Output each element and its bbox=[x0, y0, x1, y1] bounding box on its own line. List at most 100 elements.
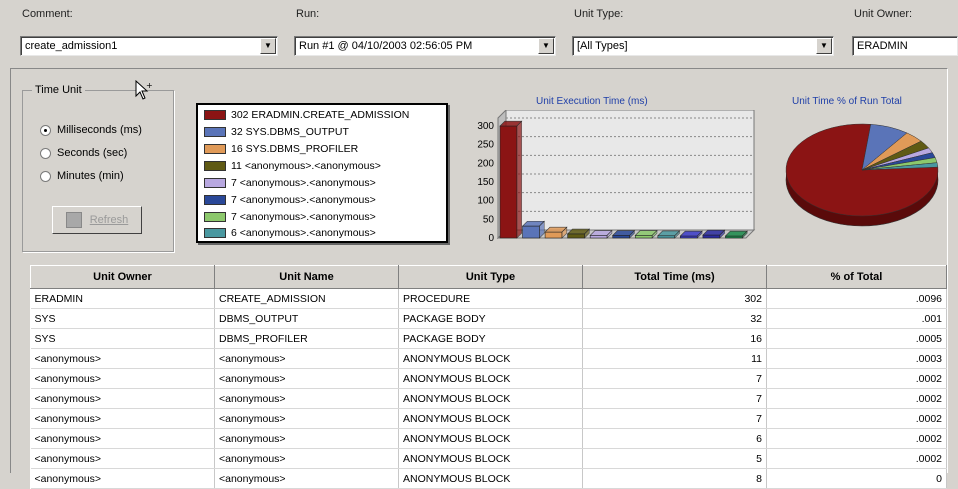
legend-swatch bbox=[204, 228, 226, 238]
radio-minutes-label: Minutes (min) bbox=[57, 170, 124, 182]
table-cell: <anonymous> bbox=[30, 368, 215, 389]
radio-seconds-label: Seconds (sec) bbox=[57, 147, 128, 159]
table-cell: <anonymous> bbox=[30, 428, 215, 449]
table-cell: ERADMIN bbox=[30, 288, 215, 309]
unit-type-combobox[interactable]: [All Types] ▼ bbox=[572, 36, 834, 56]
unit-owner-combobox[interactable]: ERADMIN bbox=[852, 36, 958, 56]
comment-value: create_admission1 bbox=[25, 40, 118, 52]
legend-label: 32 SYS.DBMS_OUTPUT bbox=[231, 126, 349, 138]
legend-label: 7 <anonymous>.<anonymous> bbox=[231, 211, 376, 223]
table-cell: 8 bbox=[582, 468, 767, 489]
run-value: Run #1 @ 04/10/2003 02:56:05 PM bbox=[299, 40, 473, 52]
column-header-unit-owner[interactable]: Unit Owner bbox=[30, 265, 215, 289]
radio-milliseconds[interactable]: Milliseconds (ms) bbox=[40, 124, 142, 136]
unit-type-value: [All Types] bbox=[577, 40, 628, 52]
column-header-unit-type[interactable]: Unit Type bbox=[398, 265, 583, 289]
column-header-unit-name[interactable]: Unit Name bbox=[214, 265, 399, 289]
y-tick-label: 250 bbox=[477, 140, 494, 151]
table-cell: 6 bbox=[582, 428, 767, 449]
run-label: Run: bbox=[296, 8, 320, 20]
table-cell: PROCEDURE bbox=[398, 288, 583, 309]
bar-chart: 300 250 200 150 100 50 0 bbox=[477, 110, 756, 244]
unit-results-table[interactable]: Unit Owner Unit Name Unit Type Total Tim… bbox=[30, 265, 947, 489]
legend-label: 6 <anonymous>.<anonymous> bbox=[231, 227, 376, 239]
table-cell: <anonymous> bbox=[214, 428, 399, 449]
table-row[interactable]: SYS DBMS_PROFILER PACKAGE BODY 16.0005 bbox=[30, 328, 947, 349]
legend-item: 32 SYS.DBMS_OUTPUT bbox=[204, 126, 349, 138]
table-cell: .0002 bbox=[766, 448, 947, 469]
radio-selected-icon[interactable] bbox=[40, 124, 51, 136]
chevron-down-icon[interactable]: ▼ bbox=[260, 38, 276, 54]
legend-item: 16 SYS.DBMS_PROFILER bbox=[204, 143, 358, 155]
table-cell: 0 bbox=[766, 468, 947, 489]
comment-combobox[interactable]: create_admission1 ▼ bbox=[20, 36, 278, 56]
legend-label: 11 <anonymous>.<anonymous> bbox=[231, 160, 381, 172]
table-row[interactable]: <anonymous> <anonymous> ANONYMOUS BLOCK 11.… bbox=[30, 348, 947, 369]
table-cell: <anonymous> bbox=[214, 388, 399, 409]
table-cell: .0002 bbox=[766, 388, 947, 409]
table-cell: SYS bbox=[30, 308, 215, 329]
legend-swatch bbox=[204, 212, 226, 222]
table-row[interactable]: <anonymous> <anonymous> ANONYMOUS BLOCK 7.0… bbox=[30, 368, 947, 389]
table-cell: 5 bbox=[582, 448, 767, 469]
plot-back-wall bbox=[505, 110, 755, 231]
table-cell: <anonymous> bbox=[30, 348, 215, 369]
table-cell: SYS bbox=[30, 328, 215, 349]
table-cell: .0002 bbox=[766, 408, 947, 429]
unit-type-label: Unit Type: bbox=[574, 8, 624, 20]
table-cell: DBMS_PROFILER bbox=[214, 328, 399, 349]
unit-owner-value: ERADMIN bbox=[857, 40, 908, 52]
table-cell: DBMS_OUTPUT bbox=[214, 308, 399, 329]
table-cell: <anonymous> bbox=[30, 408, 215, 429]
table-row[interactable]: <anonymous> <anonymous> ANONYMOUS BLOCK 7.0… bbox=[30, 408, 947, 429]
table-cell: ANONYMOUS BLOCK bbox=[398, 388, 583, 409]
legend-item: 7 <anonymous>.<anonymous> bbox=[204, 211, 376, 223]
table-row[interactable]: <anonymous> <anonymous> ANONYMOUS BLOCK 5.0… bbox=[30, 448, 947, 469]
table-row[interactable]: SYS DBMS_OUTPUT PACKAGE BODY 32.001 bbox=[30, 308, 947, 329]
y-tick-label: 100 bbox=[477, 196, 494, 207]
cursor-icon: + bbox=[135, 80, 153, 100]
legend-swatch bbox=[204, 144, 226, 154]
legend-item: 7 <anonymous>.<anonymous> bbox=[204, 177, 376, 189]
pie-chart bbox=[785, 123, 939, 227]
pie-chart-title: Unit Time % of Run Total bbox=[792, 96, 902, 107]
column-header-total-time[interactable]: Total Time (ms) bbox=[582, 265, 767, 289]
table-cell: ANONYMOUS BLOCK bbox=[398, 348, 583, 369]
table-cell: <anonymous> bbox=[214, 408, 399, 429]
table-row[interactable]: <anonymous> <anonymous> ANONYMOUS BLOCK 6.0… bbox=[30, 428, 947, 449]
table-cell: PACKAGE BODY bbox=[398, 308, 583, 329]
table-row[interactable]: <anonymous> <anonymous> ANONYMOUS BLOCK 8 0 bbox=[30, 468, 947, 489]
legend-swatch bbox=[204, 178, 226, 188]
legend-item: 7 <anonymous>.<anonymous> bbox=[204, 194, 376, 206]
table-cell: <anonymous> bbox=[214, 348, 399, 369]
radio-seconds[interactable]: Seconds (sec) bbox=[40, 147, 127, 159]
bar bbox=[521, 220, 545, 239]
table-cell: ANONYMOUS BLOCK bbox=[398, 408, 583, 429]
bar bbox=[499, 120, 523, 239]
table-row[interactable]: <anonymous> <anonymous> ANONYMOUS BLOCK 7.0… bbox=[30, 388, 947, 409]
refresh-button[interactable]: Refresh bbox=[52, 206, 142, 234]
table-cell: <anonymous> bbox=[30, 388, 215, 409]
chevron-down-icon[interactable]: ▼ bbox=[538, 38, 554, 54]
legend-swatch bbox=[204, 127, 226, 137]
time-unit-title: Time Unit bbox=[32, 84, 85, 96]
legend-item: 302 ERADMIN.CREATE_ADMISSION bbox=[204, 109, 409, 121]
radio-icon[interactable] bbox=[40, 170, 51, 182]
run-combobox[interactable]: Run #1 @ 04/10/2003 02:56:05 PM ▼ bbox=[294, 36, 556, 56]
legend-label: 7 <anonymous>.<anonymous> bbox=[231, 194, 376, 206]
chevron-down-icon[interactable]: ▼ bbox=[816, 38, 832, 54]
table-cell: ANONYMOUS BLOCK bbox=[398, 368, 583, 389]
radio-icon[interactable] bbox=[40, 147, 51, 159]
legend-label: 302 ERADMIN.CREATE_ADMISSION bbox=[231, 109, 410, 121]
table-cell: ANONYMOUS BLOCK bbox=[398, 468, 583, 489]
table-row[interactable]: ERADMIN CREATE_ADMISSION PROCEDURE 302.0096 bbox=[30, 288, 947, 309]
bar bbox=[702, 229, 726, 239]
table-cell: <anonymous> bbox=[214, 448, 399, 469]
radio-minutes[interactable]: Minutes (min) bbox=[40, 170, 124, 182]
bar-chart-title: Unit Execution Time (ms) bbox=[536, 96, 648, 107]
column-header-percent-total[interactable]: % of Total bbox=[766, 265, 947, 289]
unit-owner-label: Unit Owner: bbox=[854, 8, 913, 20]
table-cell: .001 bbox=[766, 308, 947, 329]
table-cell: 11 bbox=[582, 348, 767, 369]
table-cell: <anonymous> bbox=[214, 468, 399, 489]
